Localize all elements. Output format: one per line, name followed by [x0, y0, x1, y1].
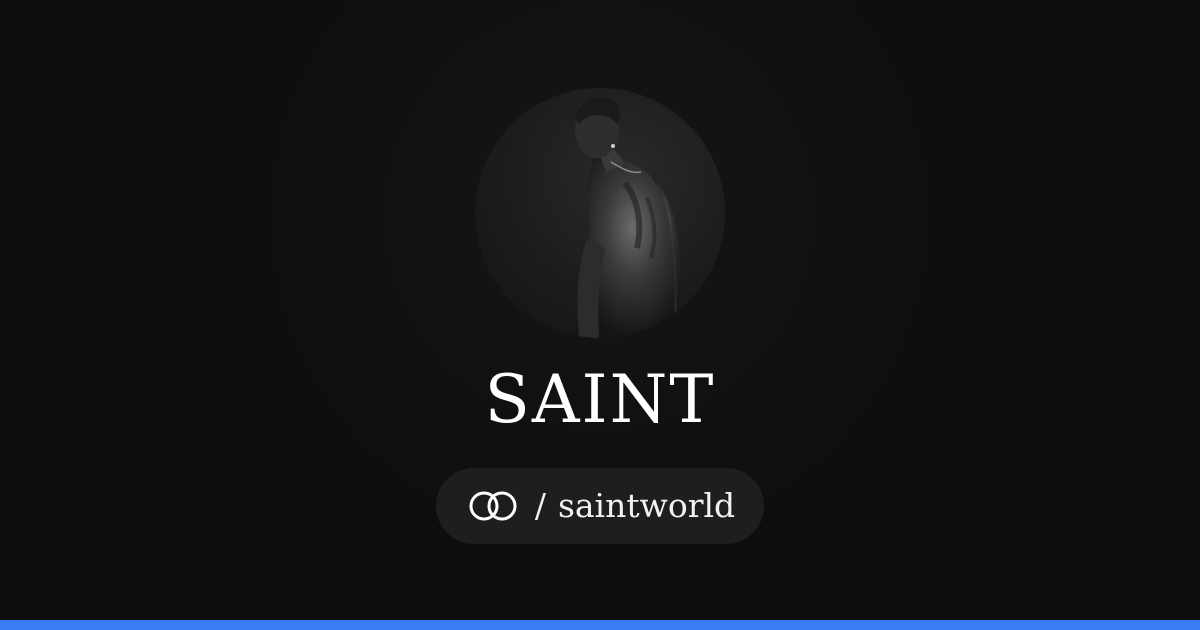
linked-rings-icon — [469, 491, 517, 521]
handle-username: saintworld — [557, 486, 736, 525]
share-card: SAINT / saintworld — [0, 0, 1200, 630]
profile-photo-icon — [575, 97, 680, 338]
profile-handle: / saintworld — [535, 486, 735, 526]
profile-handle-link[interactable]: / saintworld — [436, 468, 764, 544]
profile-name: SAINT — [484, 361, 716, 438]
handle-separator: / — [534, 486, 546, 525]
accent-bar — [0, 620, 1200, 630]
avatar[interactable] — [475, 88, 725, 338]
